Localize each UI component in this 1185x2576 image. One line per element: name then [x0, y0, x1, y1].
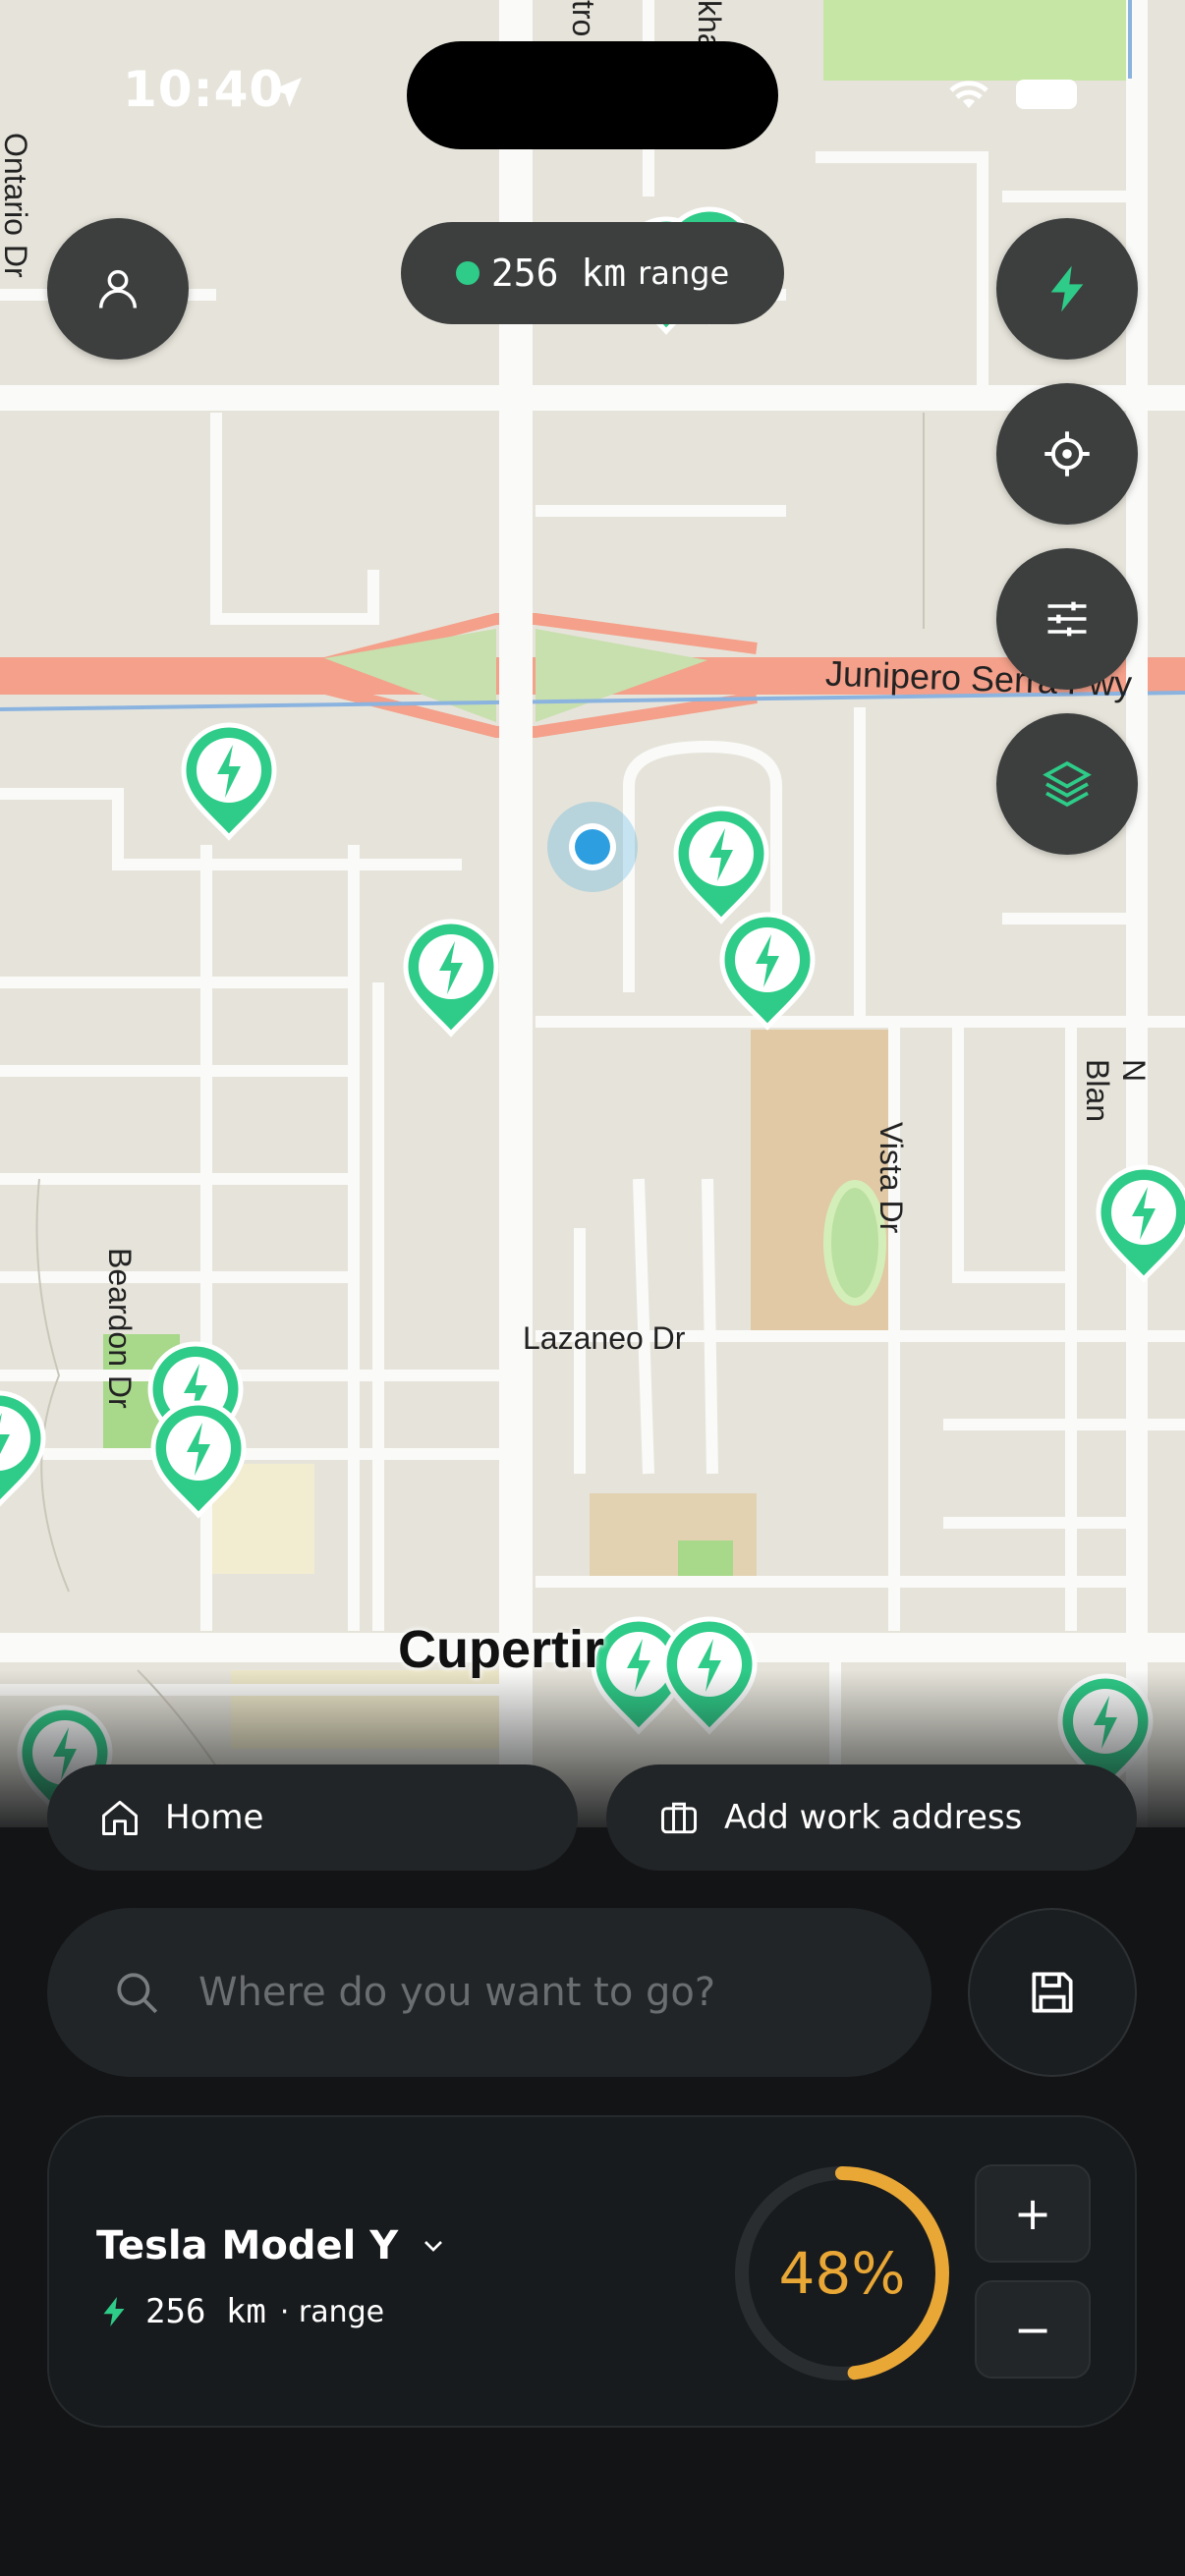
- filters-button[interactable]: [996, 548, 1138, 690]
- battery-gauge: 48%: [729, 2160, 955, 2386]
- filters-icon: [1047, 601, 1087, 637]
- beardon-label: Beardon Dr: [102, 1248, 138, 1409]
- range-label: range: [638, 254, 730, 292]
- vehicle-selector[interactable]: Tesla Model Y: [96, 2223, 449, 2268]
- battery-status-icon: [1016, 80, 1077, 109]
- wifi-icon: [949, 81, 988, 108]
- range-indicator: 256 km range: [401, 222, 784, 324]
- range-value: 256 km: [490, 252, 627, 295]
- battery-percent: 48%: [778, 2240, 906, 2307]
- charger-pin-icon: [722, 915, 813, 1027]
- charger-pin-icon: [1099, 1167, 1185, 1279]
- work-shortcut[interactable]: Add work address: [606, 1764, 1137, 1871]
- dynamic-island: [407, 41, 778, 149]
- range-status-dot: [455, 261, 480, 285]
- search-icon: [117, 1973, 158, 2014]
- vista-label: Vista Dr: [874, 1122, 909, 1234]
- save-icon: [1032, 1972, 1073, 2013]
- home-shortcut[interactable]: Home: [47, 1764, 578, 1871]
- search-input[interactable]: [197, 1969, 869, 2016]
- vehicle-card: Tesla Model Y 256 km · range 48% + −: [47, 2115, 1137, 2428]
- locate-icon: [1044, 431, 1090, 476]
- charger-pin-icon: [0, 1393, 43, 1505]
- locate-me-button[interactable]: [996, 383, 1138, 525]
- decrease-button[interactable]: −: [975, 2280, 1091, 2379]
- map-layers-button[interactable]: [996, 713, 1138, 855]
- vehicle-name: Tesla Model Y: [96, 2223, 399, 2268]
- briefcase-icon: [661, 1802, 697, 1834]
- charger-pin-icon: [406, 922, 496, 1034]
- work-label: Add work address: [724, 1798, 1023, 1837]
- blaney-label: N Blan: [1080, 1059, 1152, 1123]
- destination-search[interactable]: [47, 1908, 931, 2077]
- profile-button[interactable]: [47, 218, 189, 360]
- lightning-icon: [1050, 265, 1084, 312]
- status-indicators: [945, 77, 1077, 112]
- charger-pin-icon: [184, 725, 274, 837]
- saved-places-button[interactable]: [968, 1908, 1137, 2077]
- profile-icon: [98, 269, 138, 308]
- lazaneo-label: Lazaneo Dr: [523, 1320, 686, 1356]
- vehicle-range-label: · range: [279, 2294, 385, 2329]
- location-arrow-icon: [272, 78, 302, 107]
- top-street-label-a: tro: [566, 0, 601, 37]
- status-time: 10:40: [123, 61, 285, 118]
- ontario-label: Ontario Dr: [0, 133, 33, 278]
- charger-pin-icon: [676, 809, 766, 921]
- lightning-icon: [103, 2297, 125, 2326]
- layers-icon: [1043, 760, 1092, 808]
- home-icon: [102, 1800, 138, 1835]
- vehicle-range-value: 256 km: [145, 2292, 266, 2331]
- chevron-down-icon: [424, 2241, 443, 2252]
- charging-filter-button[interactable]: [996, 218, 1138, 360]
- increase-button[interactable]: +: [975, 2164, 1091, 2263]
- home-label: Home: [165, 1798, 264, 1837]
- vehicle-range: 256 km · range: [96, 2292, 384, 2331]
